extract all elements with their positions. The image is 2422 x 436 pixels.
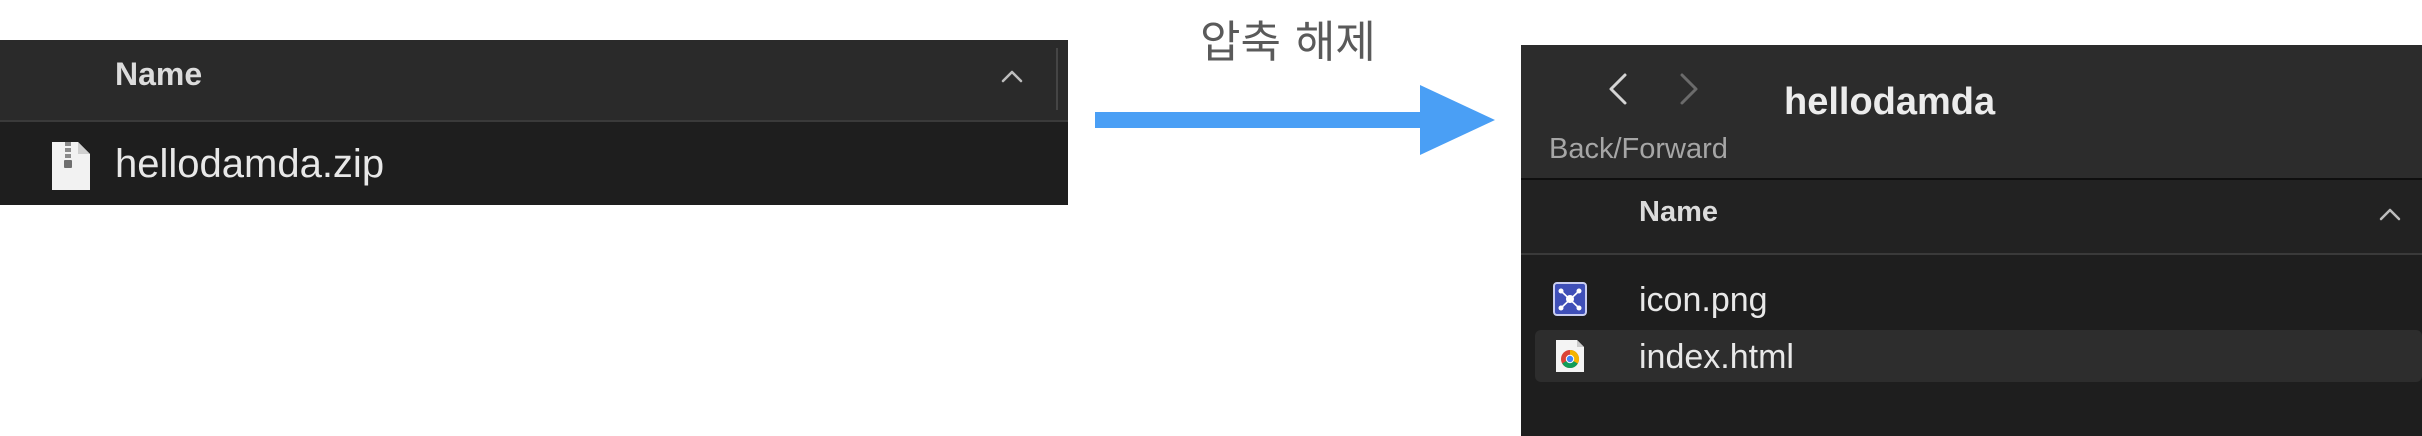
source-finder-window: Name hellodamda.zip: [0, 40, 1068, 205]
file-name: hellodamda.zip: [115, 142, 385, 186]
list-header: Name: [1521, 180, 2422, 255]
column-divider[interactable]: [1056, 48, 1058, 110]
zip-file-icon: [52, 142, 90, 190]
extract-caption: 압축 해제: [1200, 17, 1376, 68]
chevron-left-icon[interactable]: [1603, 71, 1633, 107]
file-name: icon.png: [1639, 281, 1768, 319]
list-header: Name: [0, 40, 1068, 122]
extracted-finder-window: Back/Forward hellodamda Name icon.png in…: [1521, 45, 2422, 436]
chevron-up-icon[interactable]: [2377, 202, 2403, 228]
file-row-icon-png[interactable]: icon.png: [1535, 273, 2422, 325]
file-row-index-html[interactable]: index.html: [1535, 330, 2422, 382]
chevron-right-icon[interactable]: [1674, 71, 1704, 107]
right-arrow-icon: [1095, 85, 1495, 155]
finder-toolbar: Back/Forward hellodamda: [1521, 45, 2422, 180]
chrome-html-icon: [1556, 340, 1584, 372]
chevron-up-icon[interactable]: [998, 62, 1026, 90]
png-image-icon: [1553, 282, 1587, 316]
file-row[interactable]: hellodamda.zip: [0, 136, 1068, 198]
file-name: index.html: [1639, 338, 1794, 376]
name-column-header[interactable]: Name: [115, 56, 202, 93]
name-column-header[interactable]: Name: [1639, 196, 1718, 229]
window-title: hellodamda: [1784, 81, 1996, 123]
back-forward-label: Back/Forward: [1549, 133, 1728, 165]
